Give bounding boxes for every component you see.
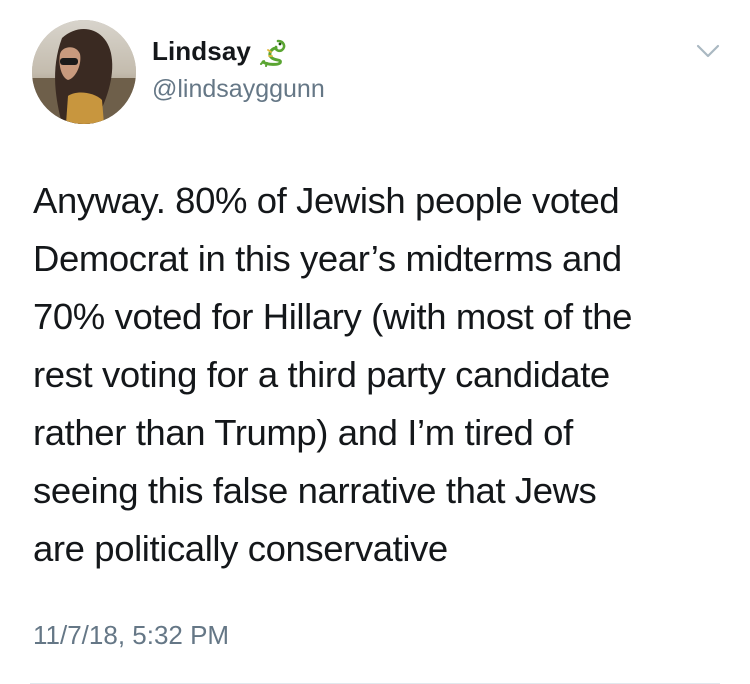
tweet-text-line: Democrat in this year’s midterms and [33, 238, 622, 279]
display-name[interactable]: Lindsay [152, 36, 251, 67]
chevron-down-icon[interactable] [695, 42, 721, 60]
tweet-text-line: are politically conservative [33, 528, 448, 569]
avatar[interactable] [32, 20, 136, 124]
tweet-text-line: rest voting for a third party candidate [33, 354, 610, 395]
tweet-timestamp[interactable]: 11/7/18, 5:32 PM [33, 620, 229, 651]
tweet-text: Anyway. 80% of Jewish people voted Democ… [33, 172, 733, 578]
tweet-text-line: rather than Trump) and I’m tired of [33, 412, 573, 453]
tweet-text-line: seeing this false narrative that Jews [33, 470, 597, 511]
dragon-icon [259, 39, 286, 67]
user-handle[interactable]: @lindsayggunn [152, 75, 325, 104]
avatar-photo [32, 20, 136, 124]
tweet-text-line: Anyway. 80% of Jewish people voted [33, 180, 620, 221]
user-name-row[interactable]: Lindsay [152, 36, 288, 67]
tweet-card: Lindsay @lindsayggunn Anyway. 80% of Jew… [0, 0, 750, 684]
tweet-text-line: 70% voted for Hillary (with most of the [33, 296, 633, 337]
